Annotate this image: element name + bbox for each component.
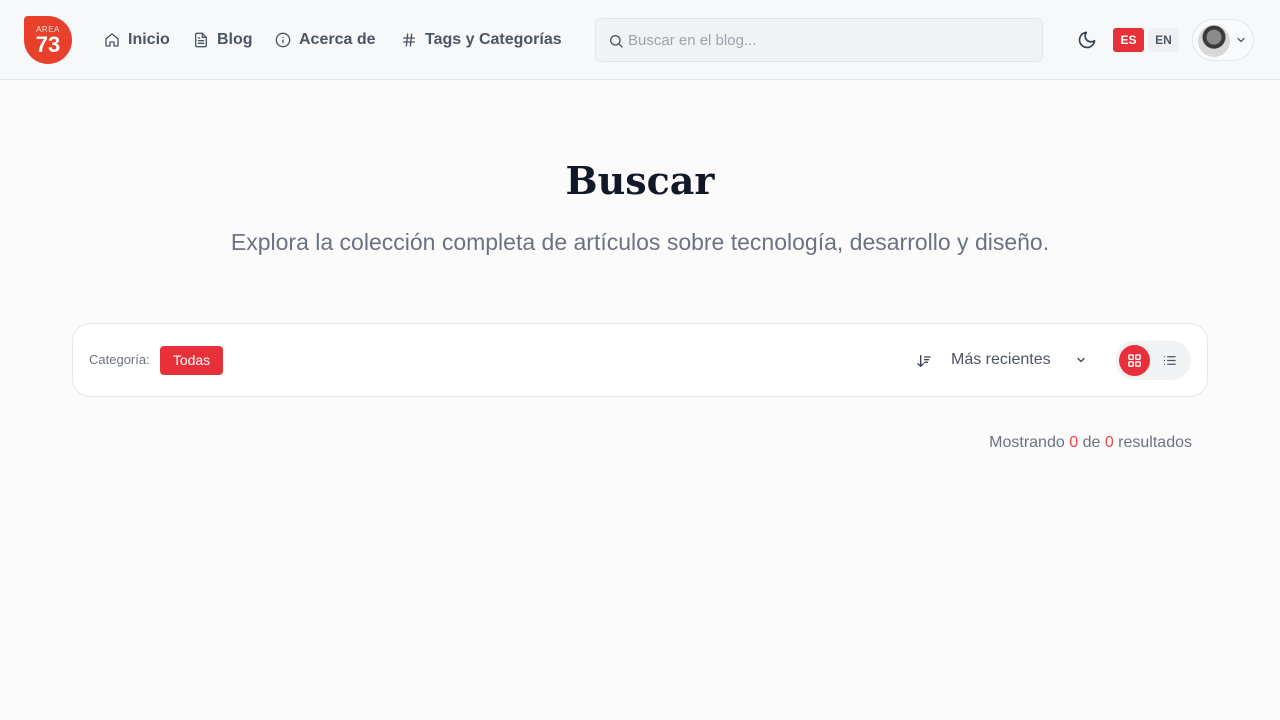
home-icon [105,33,119,47]
info-icon [275,32,291,48]
nav-item-blog[interactable]: Blog [193,28,253,52]
nav-item-tags-categorias[interactable]: Tags y Categorías [401,28,562,52]
category-chip-todas[interactable]: Todas [160,346,223,375]
file-text-icon [195,32,207,48]
nav-item-label: Acerca de [299,31,376,48]
logo-number: 73 [35,32,61,57]
results-total: 0 [1104,434,1114,451]
search-box [595,18,1043,62]
grid-view-button[interactable] [1119,345,1150,376]
results-suffix: resultados [1118,434,1192,451]
sort-select-value: Más recientes [951,351,1051,368]
results-count: Mostrando 0 de 0 resultados [0,433,1192,453]
site-logo[interactable]: AREA 73 [24,16,72,64]
page-title: Buscar [565,158,715,203]
theme-toggle-button[interactable] [1077,30,1097,50]
results-middle: de [1082,434,1101,451]
avatar [1198,25,1230,57]
search-icon [610,35,623,48]
sort-icon [917,355,931,367]
view-toggle [1115,341,1191,380]
results-shown: 0 [1069,434,1079,451]
nav-item-label: Inicio [128,31,170,48]
chevron-down-icon [1077,357,1085,363]
language-es-button[interactable]: ES [1113,28,1144,52]
page-subtitle: Explora la colección completa de artícul… [230,229,1050,255]
nav-item-acerca-de[interactable]: Acerca de [275,28,376,52]
results-prefix: Mostrando [989,434,1065,451]
nav-item-label: Blog [217,31,253,48]
nav-item-label: Tags y Categorías [425,31,562,48]
hash-icon [403,33,415,47]
list-view-button[interactable] [1162,353,1177,368]
language-en-button[interactable]: EN [1148,28,1179,52]
user-menu[interactable] [1192,19,1254,61]
sort-select[interactable]: Más recientes [943,344,1095,376]
nav-item-inicio[interactable]: Inicio [104,28,170,52]
moon-icon [1078,31,1096,49]
category-label: Categoría: [89,352,150,367]
grid-icon [1128,354,1141,367]
search-input[interactable] [628,29,1028,51]
chevron-down-icon [1237,37,1245,43]
filter-bar: Categoría: Todas Más recientes [72,323,1208,397]
top-navbar: AREA 73 Inicio Blog Acerca de Tags y Cat… [0,0,1280,80]
